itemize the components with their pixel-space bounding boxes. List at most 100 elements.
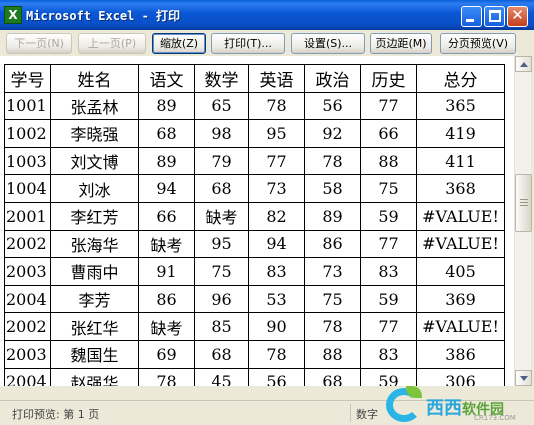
cell-student-id: 2001 — [4, 201, 51, 231]
cell-student-id: 2003 — [4, 257, 51, 286]
cell-politics: 73 — [304, 257, 361, 286]
margins-button[interactable]: 页边距(M) — [370, 33, 432, 54]
page-break-preview-button[interactable]: 分页预览(V) — [440, 33, 516, 54]
table-row: 1003 刘文博 89 79 77 78 88 411 — [4, 146, 505, 176]
cell-student-id: 1002 — [4, 119, 51, 148]
table-header-row: 学号 姓名 语文 数学 英语 政治 历史 总分 — [4, 64, 505, 93]
cell-politics: 68 — [304, 367, 361, 386]
cell-total: #VALUE! — [416, 312, 505, 341]
cell-history: 88 — [360, 146, 417, 176]
cell-math: 98 — [194, 119, 249, 148]
cell-total: 405 — [416, 257, 505, 286]
cell-math: 65 — [194, 91, 249, 121]
vertical-scrollbar[interactable] — [514, 56, 532, 386]
cell-english: 94 — [248, 229, 305, 259]
cell-chinese: 86 — [138, 284, 195, 314]
cell-name: 张孟林 — [50, 91, 139, 121]
cell-total: 369 — [416, 284, 505, 314]
cell-student-id: 2004 — [4, 367, 51, 386]
cell-history: 77 — [360, 91, 417, 121]
cell-history: 83 — [360, 339, 417, 369]
scrollbar-thumb[interactable] — [515, 174, 532, 232]
cell-student-id: 2004 — [4, 284, 51, 314]
cell-student-id: 2003 — [4, 339, 51, 369]
cell-name: 李红芳 — [50, 201, 139, 231]
cell-total: 411 — [416, 146, 505, 176]
minimize-button[interactable] — [461, 6, 482, 27]
cell-history: 59 — [360, 367, 417, 386]
cell-english: 53 — [248, 284, 305, 314]
cell-math: 缺考 — [194, 201, 249, 231]
table-row: 2002 张海华 缺考 95 94 86 77 #VALUE! — [4, 229, 505, 259]
close-button[interactable]: ✕ — [507, 6, 528, 27]
cell-chinese: 89 — [138, 146, 195, 176]
cell-math: 85 — [194, 312, 249, 341]
cell-english: 95 — [248, 119, 305, 148]
cell-name: 赵强华 — [50, 367, 139, 386]
cell-chinese: 66 — [138, 201, 195, 231]
scroll-up-button[interactable] — [515, 56, 532, 72]
thumb-grip-line — [520, 199, 528, 200]
cell-english: 78 — [248, 339, 305, 369]
cell-politics: 56 — [304, 91, 361, 121]
setup-button[interactable]: 设置(S)... — [291, 33, 365, 54]
cell-math: 96 — [194, 284, 249, 314]
cell-politics: 86 — [304, 229, 361, 259]
cell-english: 77 — [248, 146, 305, 176]
cell-english: 78 — [248, 91, 305, 121]
cell-math: 95 — [194, 229, 249, 259]
cell-math: 68 — [194, 174, 249, 203]
cell-history: 77 — [360, 312, 417, 341]
cell-math: 68 — [194, 339, 249, 369]
table-row: 2003 魏国生 69 68 78 88 83 386 — [4, 339, 505, 369]
table-row: 1004 刘冰 94 68 73 58 75 368 — [4, 174, 505, 203]
cell-history: 66 — [360, 119, 417, 148]
cell-politics: 92 — [304, 119, 361, 148]
status-divider — [350, 404, 351, 422]
cell-total: 419 — [416, 119, 505, 148]
cell-politics: 88 — [304, 339, 361, 369]
cell-chinese: 78 — [138, 367, 195, 386]
table-row: 1002 李晓强 68 98 95 92 66 419 — [4, 119, 505, 148]
previous-page-button[interactable]: 上一页(P) — [78, 33, 146, 54]
cell-name: 李晓强 — [50, 119, 139, 148]
cell-name: 曹雨中 — [50, 257, 139, 286]
cell-name: 张海华 — [50, 229, 139, 259]
cell-history: 59 — [360, 284, 417, 314]
cell-chinese: 缺考 — [138, 312, 195, 341]
cell-chinese: 89 — [138, 91, 195, 121]
cell-history: 59 — [360, 201, 417, 231]
header-chinese: 语文 — [138, 64, 195, 93]
zoom-button[interactable]: 缩放(Z) — [152, 33, 206, 54]
cell-politics: 89 — [304, 201, 361, 231]
excel-icon[interactable]: X — [4, 6, 22, 24]
cell-total: 365 — [416, 91, 505, 121]
page-edge — [0, 56, 514, 62]
maximize-button[interactable] — [484, 6, 505, 27]
header-math: 数学 — [194, 64, 249, 93]
cell-history: 75 — [360, 174, 417, 203]
cell-chinese: 91 — [138, 257, 195, 286]
cell-student-id: 1003 — [4, 146, 51, 176]
cell-math: 79 — [194, 146, 249, 176]
table-row: 2004 李芳 86 96 53 75 59 369 — [4, 284, 505, 314]
print-preview-page[interactable]: 学号 姓名 语文 数学 英语 政治 历史 总分 1001 张孟林 89 65 78 56 7… — [0, 56, 514, 386]
cell-name: 刘冰 — [50, 174, 139, 203]
title-bar[interactable]: X Microsoft Excel - 打印 ✕ — [0, 0, 534, 30]
print-button[interactable]: 打印(T)... — [211, 33, 285, 54]
cell-english: 82 — [248, 201, 305, 231]
cell-total: #VALUE! — [416, 229, 505, 259]
cell-politics: 75 — [304, 284, 361, 314]
scroll-down-button[interactable] — [515, 370, 532, 386]
cell-student-id: 2002 — [4, 312, 51, 341]
cell-chinese: 缺考 — [138, 229, 195, 259]
cell-history: 77 — [360, 229, 417, 259]
header-politics: 政治 — [304, 64, 361, 93]
next-page-button[interactable]: 下一页(N) — [6, 33, 72, 54]
table-row: 2002 张红华 缺考 85 90 78 77 #VALUE! — [4, 312, 505, 341]
header-total: 总分 — [416, 64, 505, 93]
cell-english: 73 — [248, 174, 305, 203]
thumb-grip-line — [520, 205, 528, 206]
cell-name: 张红华 — [50, 312, 139, 341]
maximize-icon — [489, 10, 501, 22]
